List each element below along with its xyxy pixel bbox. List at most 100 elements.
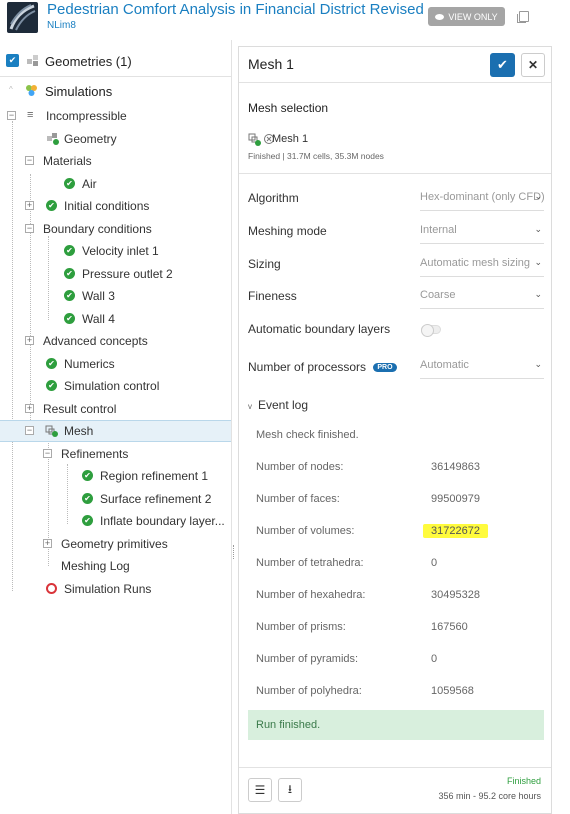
run-finished-banner: Run finished.: [248, 710, 544, 740]
check-icon: ✔: [64, 268, 75, 279]
tree-item-air[interactable]: ✔ Air: [0, 173, 231, 195]
tree-item-mesh[interactable]: − Mesh: [0, 420, 231, 442]
tree-item-pressure-outlet[interactable]: ✔ Pressure outlet 2: [0, 263, 231, 285]
collapse-icon[interactable]: −: [43, 449, 52, 458]
event-log-value-text: 36149863: [431, 461, 480, 473]
drag-handle-icon[interactable]: [233, 545, 235, 559]
tree-item-incompressible[interactable]: − ≡ Incompressible: [0, 105, 231, 127]
download-icon: ⭳: [287, 781, 293, 796]
expand-icon[interactable]: +: [43, 539, 52, 548]
tree-label-incompressible: Incompressible: [46, 109, 127, 123]
download-button[interactable]: ⭳: [278, 778, 302, 802]
tree-item-geometries[interactable]: ✔ Geometries (1): [0, 50, 231, 72]
tree-label-geometries: Geometries (1): [45, 53, 132, 69]
event-log-toggle[interactable]: v Event log: [248, 398, 308, 412]
tree-item-simulation-runs[interactable]: Simulation Runs: [0, 578, 231, 600]
collapse-icon[interactable]: −: [25, 156, 34, 165]
event-log-row-label: Number of faces:: [256, 493, 340, 505]
expand-icon[interactable]: +: [25, 336, 34, 345]
tree-item-wall-4[interactable]: ✔ Wall 4: [0, 308, 231, 330]
event-log-row-label: Number of prisms:: [256, 621, 346, 633]
eye-icon: [435, 13, 445, 20]
auto-boundary-layers-label: Automatic boundary layers: [248, 322, 391, 336]
event-log-row-label: Number of nodes:: [256, 461, 344, 473]
tree-item-inflate-boundary[interactable]: ✔ Inflate boundary layer...: [0, 510, 231, 532]
check-icon: ✔: [82, 493, 93, 504]
meshing-mode-select[interactable]: Internal ⌄: [420, 224, 544, 244]
tree-item-advanced-concepts[interactable]: + Advanced concepts: [0, 330, 231, 352]
expand-icon[interactable]: +: [25, 201, 34, 210]
tree-item-region-refinement[interactable]: ✔ Region refinement 1: [0, 465, 231, 487]
tree-item-surface-refinement[interactable]: ✔ Surface refinement 2: [0, 488, 231, 510]
geometries-checkbox[interactable]: ✔: [6, 54, 19, 67]
check-icon: ✔: [46, 358, 57, 369]
check-icon: ✔: [46, 200, 57, 211]
mesh-selection-name[interactable]: Mesh 1: [272, 133, 308, 145]
copy-icon[interactable]: [517, 11, 529, 23]
tree-item-geometry[interactable]: Geometry: [0, 128, 231, 150]
tree-item-simulation-control[interactable]: ✔ Simulation control: [0, 375, 231, 397]
collapse-icon[interactable]: −: [25, 224, 34, 233]
tree-label-refinements: Refinements: [61, 447, 129, 461]
status-ring-icon: [46, 583, 57, 594]
tree-label-velocity-inlet: Velocity inlet 1: [82, 244, 159, 258]
tree-label-materials: Materials: [43, 154, 92, 168]
tree-item-velocity-inlet[interactable]: ✔ Velocity inlet 1: [0, 240, 231, 262]
tree-label-pressure-outlet: Pressure outlet 2: [82, 267, 173, 281]
check-icon: ✔: [46, 380, 57, 391]
section-divider: [239, 173, 551, 174]
processors-select[interactable]: Automatic ⌄: [420, 359, 544, 379]
chevron-down-icon: v: [248, 402, 252, 411]
event-log-value-text: 99500979: [431, 493, 480, 505]
sizing-select[interactable]: Automatic mesh sizing ⌄: [420, 257, 544, 277]
fineness-label: Fineness: [248, 289, 297, 303]
simscale-logo[interactable]: [7, 2, 38, 33]
panel-splitter[interactable]: [231, 40, 238, 814]
tree-label-mesh: Mesh: [64, 424, 94, 438]
tree-item-wall-3[interactable]: ✔ Wall 3: [0, 285, 231, 307]
check-icon: ✔: [82, 470, 93, 481]
event-log-row-value: 30495328: [431, 589, 480, 601]
tree-label-region-refinement: Region refinement 1: [100, 469, 209, 483]
panel-footer: ☰ ⭳ Finished 356 min - 95.2 core hours: [239, 767, 551, 814]
collapse-icon[interactable]: −: [25, 426, 34, 435]
tree-item-simulations[interactable]: ^ Simulations: [0, 80, 231, 102]
fineness-select[interactable]: Coarse ⌄: [420, 289, 544, 309]
auto-boundary-layers-toggle[interactable]: [421, 324, 441, 337]
event-log-value-text: 0: [431, 653, 438, 665]
project-title[interactable]: Pedestrian Comfort Analysis in Financial…: [47, 1, 424, 18]
tree-item-numerics[interactable]: ✔ Numerics: [0, 353, 231, 375]
collapse-icon[interactable]: −: [7, 111, 16, 120]
chevron-down-icon: ⌄: [534, 257, 542, 267]
event-log-value-text: 1059568: [431, 685, 474, 697]
tree-label-geometry: Geometry: [64, 132, 117, 146]
tree-label-numerics: Numerics: [64, 357, 115, 371]
tree-label-wall-4: Wall 4: [82, 312, 115, 326]
processors-value: Automatic: [420, 359, 469, 371]
event-log-row-label: Number of pyramids:: [256, 653, 359, 665]
collapse-caret-icon[interactable]: ^: [9, 85, 13, 94]
tree-item-refinements[interactable]: − Refinements: [0, 443, 231, 465]
tree-item-materials[interactable]: − Materials: [0, 150, 231, 172]
tree-item-result-control[interactable]: + Result control: [0, 398, 231, 420]
tree-label-simulation-runs: Simulation Runs: [64, 582, 152, 596]
event-log-message: Mesh check finished.: [256, 429, 359, 441]
panel-header: Mesh 1 ✔ ✕: [239, 47, 551, 83]
event-log-row-label: Number of hexahedra:: [256, 589, 366, 601]
tree-item-meshing-log[interactable]: Meshing Log: [0, 555, 231, 577]
list-view-button[interactable]: ☰: [248, 778, 272, 802]
tree-item-geometry-primitives[interactable]: + Geometry primitives: [0, 533, 231, 555]
mesh-selection-info: Finished | 31.7M cells, 35.3M nodes: [248, 151, 384, 161]
close-button[interactable]: ✕: [521, 53, 545, 77]
tree-label-result-control: Result control: [43, 402, 117, 416]
algorithm-select[interactable]: Hex-dominant (only CFD) ⌄: [420, 191, 544, 211]
event-log-value-text: 0: [431, 557, 438, 569]
sizing-value: Automatic mesh sizing: [420, 257, 531, 269]
project-owner[interactable]: NLim8: [47, 20, 76, 31]
expand-icon[interactable]: +: [25, 404, 34, 413]
chevron-down-icon: ⌄: [534, 289, 542, 299]
confirm-button[interactable]: ✔: [490, 53, 515, 77]
tree-item-initial-conditions[interactable]: + ✔ Initial conditions: [0, 195, 231, 217]
tree-item-boundary-conditions[interactable]: − Boundary conditions: [0, 218, 231, 240]
close-icon: ✕: [527, 58, 539, 72]
